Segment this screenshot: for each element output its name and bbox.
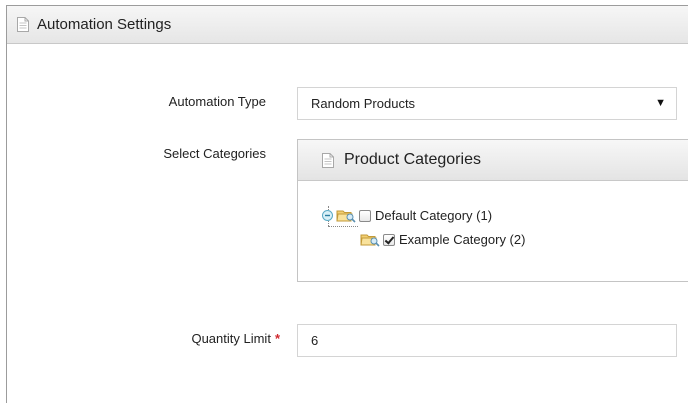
- select-categories-label: Select Categories: [120, 146, 266, 161]
- document-icon: [322, 152, 334, 168]
- category-checkbox[interactable]: [359, 209, 371, 222]
- tree-node-label[interactable]: Example Category (2): [399, 232, 525, 247]
- automation-type-value: Random Products: [311, 96, 416, 111]
- automation-type-select[interactable]: Random Products ▼: [297, 87, 677, 120]
- dropdown-arrow-icon[interactable]: ▼: [655, 97, 666, 109]
- automation-type-label: Automation Type: [120, 94, 266, 109]
- quantity-limit-label: Quantity Limit *: [120, 331, 280, 346]
- tree-node-default-category[interactable]: Default Category (1): [322, 208, 492, 223]
- tree-connector-line: [328, 226, 358, 227]
- quantity-limit-input[interactable]: 6: [297, 324, 677, 357]
- panel-header: Automation Settings: [7, 6, 688, 44]
- automation-type-label-text: Automation Type: [168, 94, 266, 109]
- category-checkbox-checked[interactable]: [383, 233, 395, 246]
- folder-search-icon: [360, 234, 380, 247]
- collapse-minus-icon[interactable]: [322, 210, 333, 221]
- quantity-limit-value: 6: [311, 333, 319, 348]
- quantity-limit-label-text: Quantity Limit: [191, 331, 271, 346]
- tree-node-label[interactable]: Default Category (1): [375, 208, 492, 223]
- folder-search-icon: [336, 210, 356, 223]
- required-asterisk: *: [274, 331, 280, 346]
- product-categories-box: Product Categories Default Category (1) …: [297, 139, 688, 282]
- panel-title: Automation Settings: [37, 16, 172, 33]
- document-icon: [17, 17, 29, 32]
- product-categories-title: Product Categories: [344, 151, 481, 168]
- product-categories-header: Product Categories: [298, 140, 688, 181]
- tree-node-example-category[interactable]: Example Category (2): [360, 232, 525, 247]
- select-categories-label-text: Select Categories: [163, 146, 266, 161]
